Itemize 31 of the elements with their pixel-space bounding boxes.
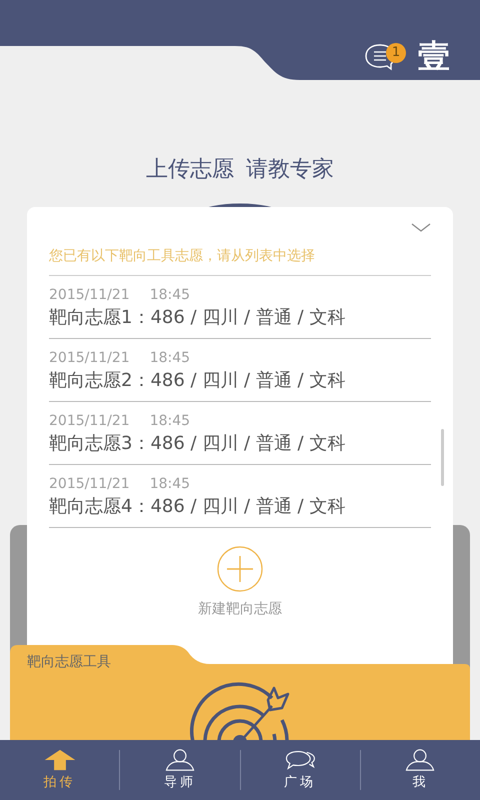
- tab[interactable]: 我: [360, 749, 480, 791]
- tab[interactable]: 拍传: [0, 749, 120, 791]
- speech-bubbles-icon: [283, 749, 318, 771]
- headline-text: 请教专家: [246, 156, 334, 184]
- entry-time: 18:45: [150, 412, 190, 430]
- entry-summary: 靶向志愿3：486 / 四川 / 普通 / 文科: [49, 432, 346, 456]
- entry-row[interactable]: 2015/11/21 18:45 靶向志愿3：486 / 四川 / 普通 / 文科: [49, 402, 431, 465]
- tab[interactable]: 导师: [120, 749, 240, 791]
- prompt-text: 您已有以下靶向工具志愿，请从列表中选择: [49, 245, 431, 276]
- entry-row[interactable]: 2015/11/21 18:45 靶向志愿2：486 / 四川 / 普通 / 文科: [49, 339, 431, 402]
- tab[interactable]: 广场: [240, 749, 360, 791]
- upload-arrow-icon: [42, 749, 77, 771]
- entry-date: 2015/11/21: [49, 349, 130, 367]
- entry-summary: 靶向志愿4：486 / 四川 / 普通 / 文科: [49, 495, 346, 519]
- entry-date: 2015/11/21: [49, 286, 130, 304]
- entry-date: 2015/11/21: [49, 412, 130, 430]
- entry-time: 18:45: [150, 286, 190, 304]
- headline-text: 上传志愿: [146, 156, 234, 184]
- folder-title: 靶向志愿工具: [27, 653, 111, 671]
- logo: 壹: [418, 38, 450, 74]
- target-arrow-icon[interactable]: [190, 680, 290, 740]
- entry-row[interactable]: 2015/11/21 18:45 靶向志愿1：486 / 四川 / 普通 / 文科: [49, 276, 431, 339]
- entry-summary: 靶向志愿2：486 / 四川 / 普通 / 文科: [49, 369, 346, 393]
- entry-row[interactable]: 2015/11/21 18:45 靶向志愿4：486 / 四川 / 普通 / 文科: [49, 465, 431, 528]
- entry-time: 18:45: [150, 349, 190, 367]
- entry-date: 2015/11/21: [49, 475, 130, 493]
- chevron-down-icon[interactable]: [411, 223, 431, 233]
- scrollbar[interactable]: [441, 429, 444, 486]
- entry-time: 18:45: [150, 475, 190, 493]
- entry-summary: 靶向志愿1：486 / 四川 / 普通 / 文科: [49, 306, 346, 330]
- add-icon[interactable]: [217, 546, 263, 592]
